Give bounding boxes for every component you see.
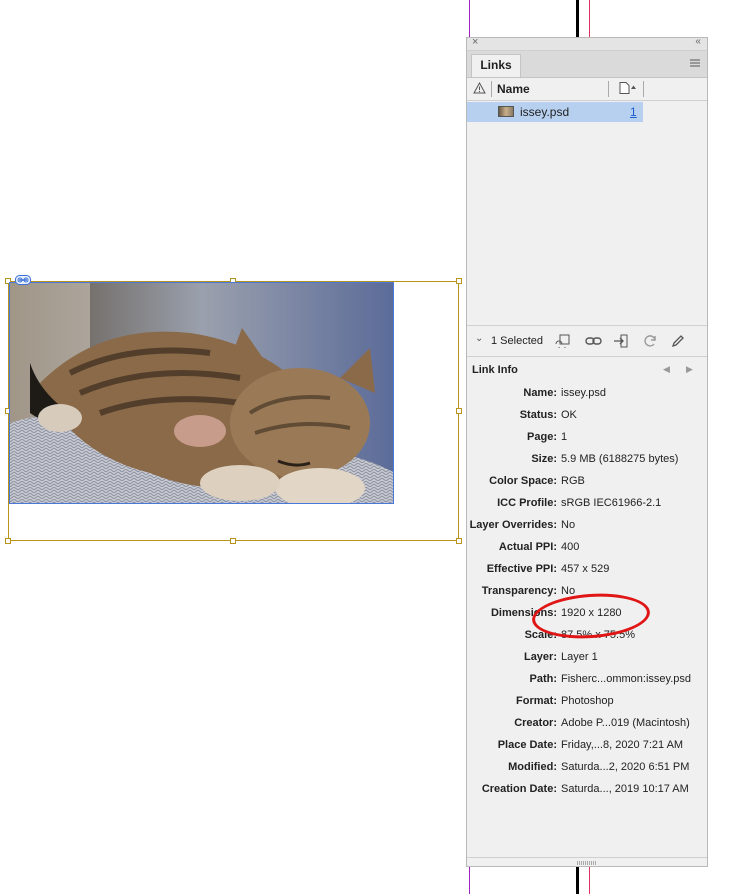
link-info-key: Status: xyxy=(519,409,557,421)
link-info-value: Saturda...2, 2020 6:51 PM xyxy=(561,761,690,773)
link-info-row: Size: 5.9 MB (6188275 bytes) xyxy=(467,453,707,475)
frame-handle-middle-right[interactable] xyxy=(456,408,462,414)
link-info-value: Saturda..., 2019 10:17 AM xyxy=(561,783,689,795)
link-info-row: Effective PPI: 457 x 529 xyxy=(467,563,707,585)
previous-link-icon[interactable]: ◀ xyxy=(663,364,670,375)
link-info-value: OK xyxy=(561,409,577,421)
link-info-value: sRGB IEC61966-2.1 xyxy=(561,497,662,509)
link-info-value: issey.psd xyxy=(561,387,607,399)
link-info-row: Color Space: RGB xyxy=(467,475,707,497)
link-info-value: 1 xyxy=(561,431,568,443)
link-info-key: Modified: xyxy=(508,761,557,773)
link-info-key: Effective PPI: xyxy=(486,563,557,575)
link-info-row: Page: 1 xyxy=(467,431,707,453)
page-column-icon[interactable] xyxy=(619,82,637,94)
link-info-key: Name: xyxy=(523,387,557,399)
column-divider[interactable] xyxy=(491,81,492,97)
link-thumbnail xyxy=(498,106,514,117)
link-info-row: Format: Photoshop xyxy=(467,695,707,717)
frame-handle-top-right[interactable] xyxy=(456,278,462,284)
link-filename: issey.psd xyxy=(520,105,570,119)
edit-original-icon[interactable] xyxy=(671,334,685,348)
placed-kitten-image[interactable] xyxy=(9,282,394,504)
frame-handle-bottom-left[interactable] xyxy=(5,538,11,544)
link-info-title: Link Info xyxy=(472,364,518,376)
panel-resize-grip[interactable] xyxy=(577,861,597,865)
link-info-key: Creation Date: xyxy=(481,783,557,795)
link-info-key: Transparency: xyxy=(481,585,557,597)
next-link-icon[interactable]: ▶ xyxy=(686,364,693,375)
link-info-header: Link Info ◀ ▶ xyxy=(467,356,707,382)
link-info-value: Friday,...8, 2020 7:21 AM xyxy=(561,739,684,751)
link-page-number[interactable]: 1 xyxy=(630,105,637,119)
link-info-key: Path: xyxy=(529,673,558,685)
relink-icon[interactable] xyxy=(585,334,603,348)
link-badge-icon[interactable] xyxy=(15,275,31,285)
link-info-row: Status: OK xyxy=(467,409,707,431)
link-info-row: Actual PPI: 400 xyxy=(467,541,707,563)
link-info-row: Path: Fisherc...ommon:issey.psd xyxy=(467,673,707,695)
link-info-value: 400 xyxy=(561,541,580,553)
link-info-key: Page: xyxy=(527,431,557,443)
tab-links[interactable]: Links xyxy=(471,54,521,77)
link-info-key: Format: xyxy=(516,695,557,707)
link-info-row: Creator: Adobe P...019 (Macintosh) xyxy=(467,717,707,739)
link-info-key: Creator: xyxy=(514,717,557,729)
link-info-value: Fisherc...ommon:issey.psd xyxy=(561,673,692,685)
links-panel: × ‹‹ Links Name issey.psd 1 ⌄ 1 Selected xyxy=(466,36,708,867)
link-info-row: Creation Date: Saturda..., 2019 10:17 AM xyxy=(467,783,707,805)
link-info-key: Layer: xyxy=(523,651,557,663)
link-info-row: ICC Profile: sRGB IEC61966-2.1 xyxy=(467,497,707,519)
update-link-icon[interactable] xyxy=(642,334,658,348)
link-info-key: Actual PPI: xyxy=(498,541,557,553)
link-info-value: Layer 1 xyxy=(561,651,598,663)
link-info-row: Layer: Layer 1 xyxy=(467,651,707,673)
close-icon[interactable]: × xyxy=(472,36,478,48)
panel-tab-bar: Links xyxy=(467,51,707,78)
link-info-row: Name: issey.psd xyxy=(467,387,707,409)
link-info-key: Color Space: xyxy=(489,475,557,487)
links-column-header: Name xyxy=(467,78,707,101)
column-divider[interactable] xyxy=(643,81,644,97)
frame-handle-bottom-right[interactable] xyxy=(456,538,462,544)
panel-menu-icon[interactable] xyxy=(690,59,700,67)
column-divider[interactable] xyxy=(608,81,609,97)
link-info-value: No xyxy=(561,519,576,531)
link-info-row: Modified: Saturda...2, 2020 6:51 PM xyxy=(467,761,707,783)
link-info-value: 457 x 529 xyxy=(561,563,610,575)
selection-status: 1 Selected xyxy=(491,335,543,347)
link-info-value: Photoshop xyxy=(561,695,614,707)
link-info-value: 5.9 MB (6188275 bytes) xyxy=(561,453,679,465)
collapse-panel-icon[interactable]: ‹‹ xyxy=(695,36,701,47)
warning-icon[interactable] xyxy=(473,82,486,94)
show-link-info-chevron-icon[interactable]: ⌄ xyxy=(475,333,483,344)
link-row-issey[interactable]: issey.psd 1 xyxy=(467,102,643,122)
go-to-link-icon[interactable] xyxy=(613,334,631,348)
link-info-key: ICC Profile: xyxy=(497,497,557,509)
link-info-value: RGB xyxy=(561,475,585,487)
link-info-row: Place Date: Friday,...8, 2020 7:21 AM xyxy=(467,739,707,761)
panel-bottom-divider xyxy=(467,857,707,858)
link-info-key: Place Date: xyxy=(497,739,557,751)
link-info-row: Layer Overrides: No xyxy=(467,519,707,541)
frame-handle-bottom-middle[interactable] xyxy=(230,538,236,544)
name-column-header[interactable]: Name xyxy=(497,82,530,96)
panel-title-bar: × ‹‹ xyxy=(467,36,707,51)
links-toolbar: ⌄ 1 Selected xyxy=(467,325,707,357)
link-info-key: Layer Overrides: xyxy=(469,519,557,531)
link-info-key: Size: xyxy=(531,453,557,465)
relink-from-folder-icon[interactable] xyxy=(555,334,573,348)
link-info-value: Adobe P...019 (Macintosh) xyxy=(561,717,690,729)
